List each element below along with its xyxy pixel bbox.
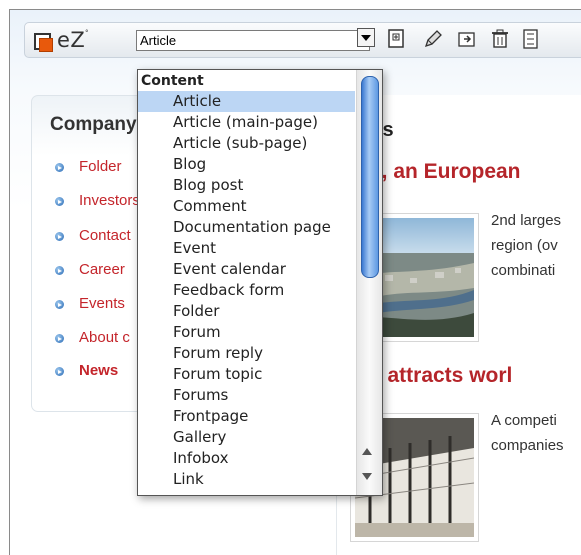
move-icon[interactable] — [456, 28, 478, 50]
summary-line: combinati — [491, 262, 556, 279]
scrollbar-thumb[interactable] — [361, 76, 379, 278]
menu-item-label: Career — [79, 261, 125, 278]
dropdown-option[interactable]: Blog — [138, 154, 355, 175]
dropdown-option[interactable]: Blog post — [138, 175, 355, 196]
bullet-arrow-icon — [55, 163, 64, 172]
bullet-arrow-icon — [55, 367, 64, 376]
content-class-select[interactable]: Article — [136, 30, 370, 51]
edit-pencil-icon[interactable] — [422, 28, 444, 50]
scroll-up-arrow-icon[interactable] — [362, 448, 372, 455]
menu-item-label: News — [79, 362, 119, 379]
menu-item-label: Folder — [79, 158, 122, 175]
trash-icon[interactable] — [489, 28, 511, 50]
scroll-down-arrow-icon[interactable] — [362, 473, 372, 480]
article-summary-1: 2nd larges region (ov combinati — [491, 208, 581, 283]
dropdown-option[interactable]: Event calendar — [138, 259, 355, 280]
article-summary-2: A competi companies — [491, 408, 581, 458]
summary-line: 2nd larges — [491, 212, 562, 229]
summary-line: companies — [491, 437, 564, 454]
dropdown-option[interactable]: Gallery — [138, 427, 355, 448]
content-class-dropdown[interactable]: Content Article Article (main-page) Arti… — [137, 69, 383, 496]
dropdown-option[interactable]: Frontpage — [138, 406, 355, 427]
logo-text: eZ — [57, 28, 86, 52]
new-document-icon[interactable] — [386, 28, 408, 50]
dropdown-option[interactable]: Feedback form — [138, 280, 355, 301]
dropdown-option[interactable]: Event — [138, 238, 355, 259]
dropdown-option[interactable]: Forums — [138, 385, 355, 406]
dropdown-option[interactable]: Forum reply — [138, 343, 355, 364]
dropdown-option[interactable]: Comment — [138, 196, 355, 217]
dropdown-option[interactable]: Article (main-page) — [138, 112, 355, 133]
ez-logo: eZ ° — [33, 28, 93, 52]
dropdown-option[interactable]: Article — [138, 91, 355, 112]
dropdown-scrollbar[interactable] — [356, 70, 382, 495]
sort-icon[interactable] — [521, 28, 543, 50]
dropdown-option[interactable]: Article (sub-page) — [138, 133, 355, 154]
menu-item-label: Events — [79, 295, 125, 312]
logo-orange-square-icon — [39, 38, 53, 52]
bullet-arrow-icon — [55, 197, 64, 206]
bullet-arrow-icon — [55, 266, 64, 275]
dropdown-option[interactable]: Documentation page — [138, 217, 355, 238]
bullet-arrow-icon — [55, 300, 64, 309]
menu-title: Company — [50, 114, 137, 135]
dropdown-option[interactable]: Folder — [138, 301, 355, 322]
logo-mark: ° — [85, 29, 89, 37]
bullet-arrow-icon — [55, 334, 64, 343]
bullet-arrow-icon — [55, 232, 64, 241]
summary-line: region (ov — [491, 237, 558, 254]
content-class-value: Article — [140, 33, 177, 48]
menu-item-label: About c — [79, 329, 130, 346]
optgroup-label: Content — [141, 73, 204, 89]
dropdown-option[interactable]: Forum topic — [138, 364, 355, 385]
dropdown-option[interactable]: Infobox — [138, 448, 355, 469]
select-dropdown-arrow-icon[interactable] — [357, 28, 375, 47]
menu-item-label: Contact — [79, 227, 131, 244]
summary-line: A competi — [491, 412, 557, 429]
dropdown-option[interactable]: Forum — [138, 322, 355, 343]
dropdown-option[interactable]: Link — [138, 469, 355, 490]
